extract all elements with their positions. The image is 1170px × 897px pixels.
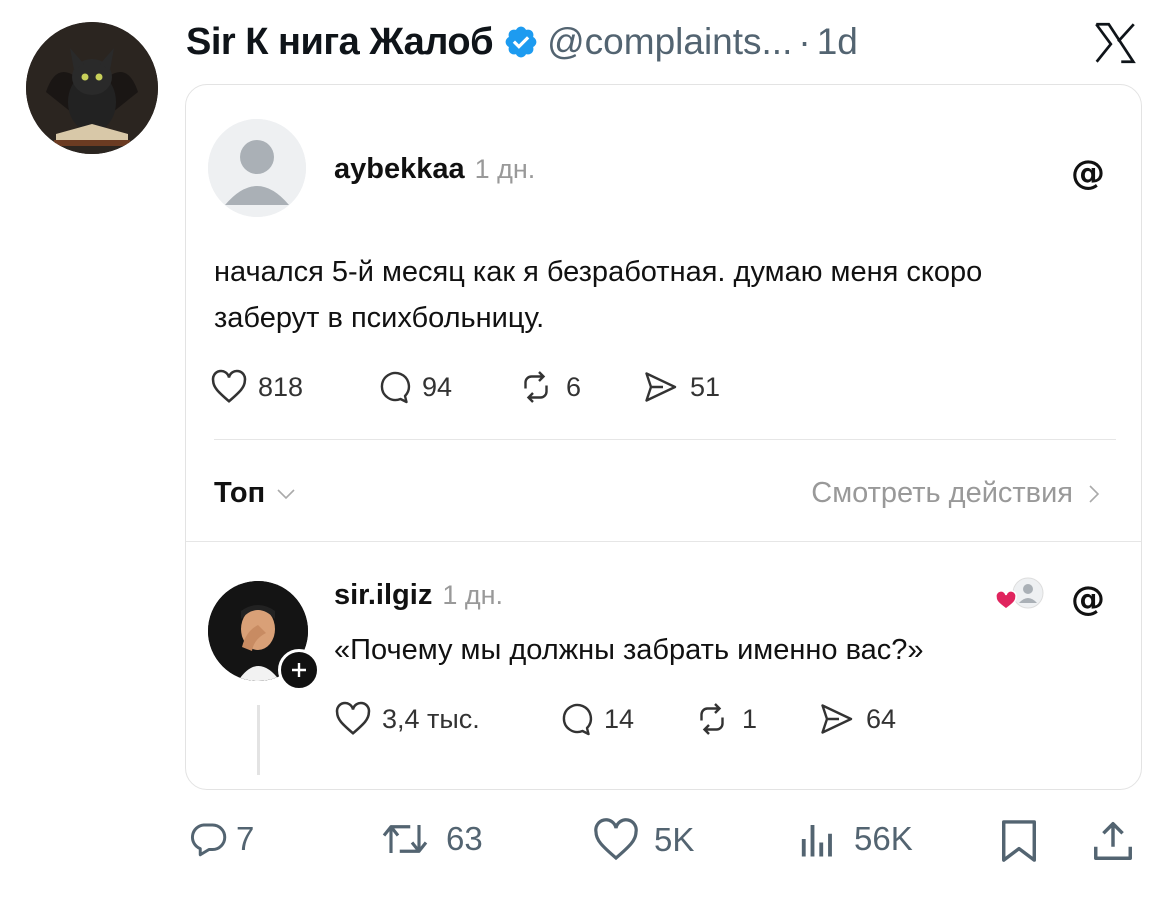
sort-label: Топ [214, 477, 266, 509]
views-count: 56K [854, 820, 913, 857]
analytics-icon [801, 825, 832, 857]
bookmark-button[interactable] [998, 818, 1040, 864]
heart-icon [211, 369, 247, 403]
repost-icon [524, 371, 548, 403]
reply-like-count: 3,4 тыс. [382, 703, 480, 734]
repost-icon [700, 703, 724, 735]
reply-reply-stat[interactable]: 14 [556, 701, 634, 737]
chevron-right-icon [1089, 484, 1100, 503]
reply-like-stat[interactable]: 3,4 тыс. [334, 701, 480, 737]
reply-icon [191, 823, 227, 857]
view-activity-link[interactable]: Смотреть действия [811, 477, 1101, 510]
reply-count: 7 [236, 820, 255, 857]
reply-text: «Почему мы должны забрать именно вас?» [334, 634, 924, 666]
threads-logo-icon: @ [1071, 579, 1105, 619]
threads-repost-count: 6 [566, 371, 582, 402]
heart-icon [594, 818, 638, 861]
share-button[interactable] [1090, 818, 1136, 864]
verified-badge-icon [505, 26, 537, 58]
threads-like-count: 818 [258, 371, 304, 402]
threads-reply-count: 94 [422, 371, 453, 402]
share-icon [1094, 822, 1132, 860]
svg-text:@: @ [1071, 153, 1105, 193]
divider [186, 541, 1141, 542]
heart-icon [335, 701, 371, 735]
like-count: 5K [654, 821, 695, 858]
separator-dot: · [798, 21, 811, 62]
comment-icon [562, 703, 593, 736]
reply-username[interactable]: sir.ilgiz [334, 579, 432, 611]
author-avatar[interactable] [26, 22, 158, 154]
threads-logo-icon: @ [1071, 153, 1105, 193]
threads-repost-stat[interactable]: 6 [516, 369, 581, 405]
threads-share-count: 51 [690, 371, 721, 402]
tweet-time[interactable]: 1d [817, 21, 858, 63]
tweet-header: Sir К нига Жалоб @complaints... · 1d [186, 16, 858, 68]
repost-button[interactable]: 63 [380, 818, 483, 860]
threads-post-meta: aybekkaa 1 дн. [334, 153, 535, 186]
embedded-media-card[interactable]: aybekkaa 1 дн. @ начался 5-й месяц как я … [185, 84, 1142, 790]
views-button[interactable]: 56K [796, 818, 913, 860]
sort-dropdown[interactable]: Топ [214, 477, 297, 510]
liked-by-author-icon [995, 577, 1044, 610]
comment-icon [380, 371, 411, 404]
reply-button[interactable]: 7 [188, 818, 254, 860]
like-button[interactable]: 5K [592, 818, 694, 862]
threads-share-stat[interactable]: 51 [640, 369, 720, 405]
threads-reply-stat[interactable]: 94 [374, 369, 452, 405]
divider [214, 439, 1116, 440]
reply-share-count: 64 [866, 703, 897, 734]
reply-reply-count: 14 [604, 703, 635, 734]
reply-time: 1 дн. [442, 580, 504, 610]
threads-like-stat[interactable]: 818 [210, 369, 303, 405]
threads-reply-meta: sir.ilgiz 1 дн. [334, 579, 503, 612]
default-avatar-icon [208, 119, 306, 217]
follow-plus-button[interactable] [278, 649, 320, 691]
threads-username[interactable]: aybekkaa [334, 153, 465, 185]
repost-icon [382, 825, 428, 853]
thread-line [257, 705, 260, 775]
author-handle[interactable]: @complaints... [547, 21, 792, 63]
threads-post-text: начался 5-й месяц как я безработная. дум… [214, 256, 983, 334]
reply-share-stat[interactable]: 64 [816, 701, 896, 737]
repost-count: 63 [446, 820, 483, 857]
chevron-down-icon [277, 488, 295, 499]
reply-repost-count: 1 [742, 703, 758, 734]
plus-icon [292, 663, 306, 677]
x-logo-icon[interactable] [1090, 18, 1140, 68]
reply-repost-stat[interactable]: 1 [692, 701, 757, 737]
threads-post-time: 1 дн. [474, 154, 536, 184]
send-icon [821, 704, 853, 734]
view-activity-label: Смотреть действия [811, 477, 1073, 509]
bookmark-icon [1002, 820, 1036, 862]
send-icon [645, 372, 677, 402]
author-name[interactable]: Sir К нига Жалоб [186, 21, 494, 64]
svg-text:@: @ [1071, 579, 1105, 619]
